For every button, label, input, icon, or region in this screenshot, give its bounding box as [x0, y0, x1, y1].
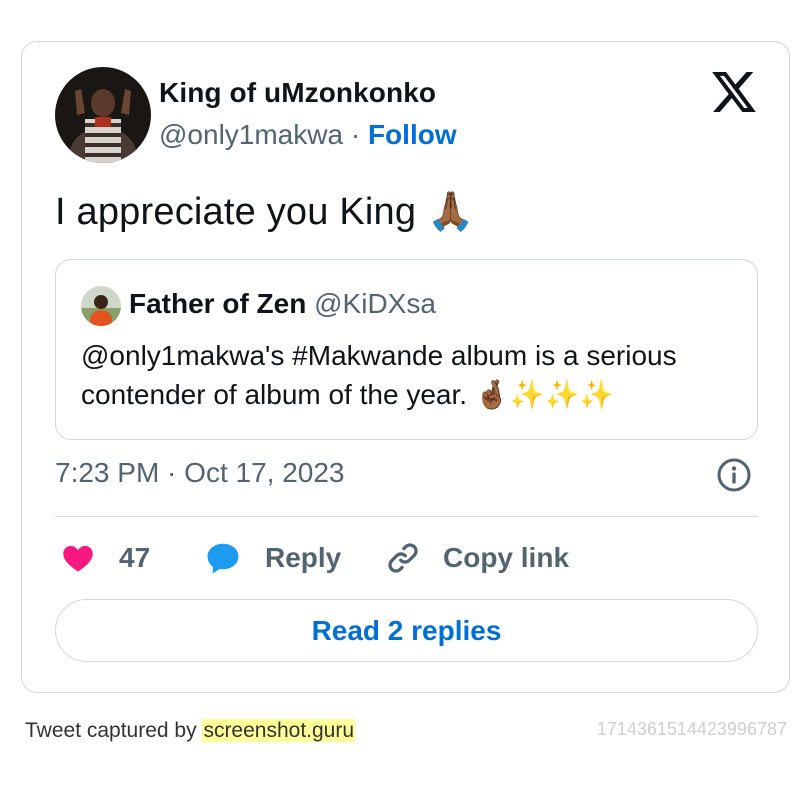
author-avatar[interactable]: [55, 67, 151, 163]
quoted-author-avatar[interactable]: [81, 286, 121, 326]
reply-label: Reply: [265, 542, 342, 573]
copy-link-button[interactable]: Copy link: [385, 538, 569, 578]
x-logo-icon[interactable]: [712, 72, 756, 112]
tweet-timestamp[interactable]: 7:23 PM · Oct 17, 2023: [55, 457, 345, 489]
quoted-emoji: 🤞🏾✨✨✨: [474, 378, 615, 411]
captured-brand-link[interactable]: screenshot.guru: [202, 719, 356, 742]
author-display-name[interactable]: King of uMzonkonko: [159, 77, 436, 109]
tweet-card: King of uMzonkonko @only1makwa · Follow …: [21, 41, 790, 693]
tweet-id: 1714361514423996787: [596, 719, 787, 739]
quoted-handle[interactable]: @KiDXsa: [314, 288, 436, 319]
follow-button[interactable]: Follow: [368, 119, 457, 150]
reply-bubble-icon: [205, 540, 241, 576]
quoted-tweet[interactable]: Father of Zen @KiDXsa @only1makwa's #Mak…: [55, 259, 758, 440]
tweet-text: I appreciate you King 🙏🏾: [55, 189, 474, 234]
quoted-tweet-text: @only1makwa's #Makwande album is a serio…: [81, 336, 741, 414]
tweet-text-content: I appreciate you King: [55, 191, 427, 233]
praying-hands-emoji: 🙏🏾: [426, 189, 475, 233]
copy-link-label: Copy link: [443, 542, 570, 573]
author-handle-row: @only1makwa · Follow: [159, 119, 457, 151]
heart-icon: [61, 541, 95, 575]
action-bar: 47 Reply Copy link: [55, 538, 758, 578]
quoted-author-row: Father of Zen @KiDXsa: [129, 288, 436, 320]
author-handle[interactable]: @only1makwa: [159, 119, 343, 150]
info-icon[interactable]: [717, 458, 751, 492]
captured-by-text: Tweet captured by: [25, 719, 203, 742]
like-count: 47: [119, 542, 151, 573]
handle-separator: ·: [343, 119, 368, 150]
capture-footer: Tweet captured by screenshot.guru: [25, 719, 356, 743]
read-replies-button[interactable]: Read 2 replies: [55, 599, 758, 662]
reply-button[interactable]: Reply: [205, 538, 341, 578]
link-icon: [385, 540, 421, 576]
like-button[interactable]: 47: [61, 538, 150, 578]
quoted-display-name[interactable]: Father of Zen: [129, 288, 306, 319]
divider: [55, 516, 758, 517]
